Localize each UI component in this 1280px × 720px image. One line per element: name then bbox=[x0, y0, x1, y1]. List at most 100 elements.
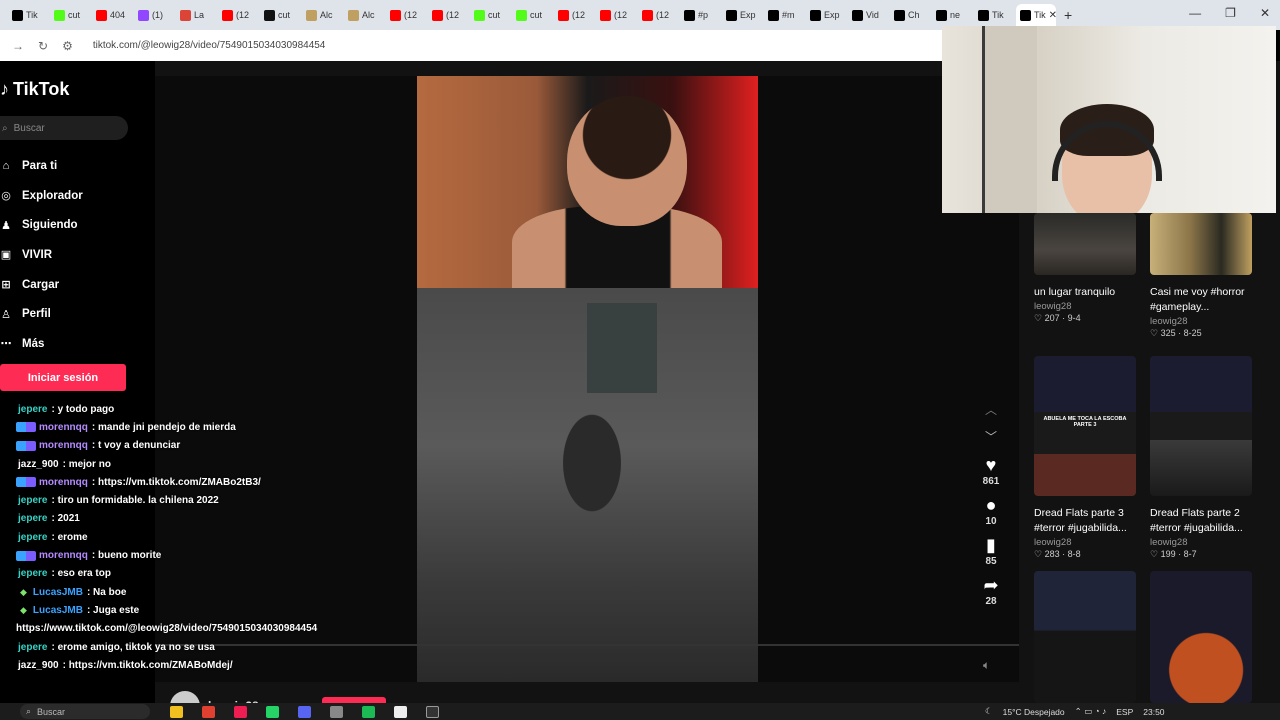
site-info-icon[interactable]: ⚙ bbox=[62, 39, 73, 53]
video-frame[interactable] bbox=[417, 76, 758, 682]
browser-tab[interactable]: (12 bbox=[428, 4, 468, 26]
chat-username: jepere bbox=[18, 531, 48, 543]
browser-tab[interactable]: cut bbox=[470, 4, 510, 26]
language-indicator[interactable]: ESP bbox=[1116, 707, 1133, 717]
browser-tab[interactable]: La bbox=[176, 4, 216, 26]
tab-label: (12 bbox=[572, 10, 586, 20]
browser-tab[interactable]: (12 bbox=[218, 4, 258, 26]
browser-tab[interactable]: Vid bbox=[848, 4, 888, 26]
comment-icon[interactable]: ● bbox=[986, 495, 997, 515]
chat-message: jepere: erome bbox=[0, 528, 420, 546]
login-button[interactable]: Iniciar sesión bbox=[0, 364, 126, 391]
browser-tab[interactable]: Ch bbox=[890, 4, 930, 26]
sidebar-item-para-ti[interactable]: ⌂ Para ti bbox=[0, 151, 83, 181]
sidebar-item-cargar[interactable]: ⊞ Cargar bbox=[0, 270, 83, 300]
browser-tab[interactable]: cut bbox=[260, 4, 300, 26]
reload-icon[interactable]: ↻ bbox=[38, 39, 48, 53]
browser-tab[interactable]: (12 bbox=[554, 4, 594, 26]
related-card[interactable]: Casi me voy #horror #gameplay... leowig2… bbox=[1150, 213, 1254, 339]
spotify-icon[interactable] bbox=[362, 706, 375, 718]
sidebar-item-explorador[interactable]: ◎ Explorador bbox=[0, 181, 83, 211]
browser-tab[interactable]: cut bbox=[512, 4, 552, 26]
clock[interactable]: 23:50 bbox=[1143, 707, 1164, 717]
whatsapp-icon[interactable] bbox=[266, 706, 279, 718]
card-title[interactable]: un lugar tranquilo bbox=[1034, 285, 1138, 300]
card-user[interactable]: leowig28 bbox=[1034, 301, 1138, 312]
video-thumbnail[interactable] bbox=[1150, 356, 1252, 496]
browser-tab[interactable]: 404 bbox=[92, 4, 132, 26]
forward-icon[interactable]: → bbox=[12, 39, 24, 53]
browser-tab[interactable]: #p bbox=[680, 4, 720, 26]
browser-tab[interactable]: Tik ✕ bbox=[1016, 4, 1056, 26]
sidebar-item-siguiendo[interactable]: ♟ Siguiendo bbox=[0, 210, 83, 240]
related-card[interactable]: un lugar tranquilo leowig28 ♡ 207 · 9-4 bbox=[1034, 213, 1138, 324]
new-tab-icon[interactable]: + bbox=[1064, 7, 1072, 23]
card-title[interactable]: Dread Flats parte 3 #terror #jugabilida.… bbox=[1034, 506, 1138, 536]
chat-username: jazz_900 bbox=[18, 458, 59, 470]
browser-tab[interactable]: (12 bbox=[596, 4, 636, 26]
tiktok-icon bbox=[852, 9, 863, 21]
related-card[interactable] bbox=[1150, 571, 1254, 703]
browser-tab[interactable]: cut bbox=[50, 4, 90, 26]
explorer-icon[interactable] bbox=[170, 706, 183, 718]
video-thumbnail[interactable] bbox=[1034, 571, 1136, 703]
card-title[interactable]: Casi me voy #horror #gameplay... bbox=[1150, 285, 1254, 315]
video-thumbnail[interactable] bbox=[1150, 213, 1252, 275]
chat-text: : bueno morite bbox=[91, 550, 162, 562]
chat-message: morennqq: mande jni pendejo de mierda bbox=[0, 418, 420, 436]
video-thumbnail[interactable] bbox=[1034, 213, 1136, 275]
browser-tab[interactable]: (12 bbox=[638, 4, 678, 26]
browser-tab[interactable]: Exp bbox=[722, 4, 762, 26]
chat-username: jepere bbox=[18, 403, 48, 415]
browser-tab[interactable]: Tik bbox=[8, 4, 48, 26]
browser-tab[interactable]: Alc bbox=[302, 4, 342, 26]
tray-icons[interactable]: ⌃ ▭ ◔ ♪ bbox=[1075, 706, 1107, 717]
door-background bbox=[982, 26, 1037, 213]
close-window-icon[interactable]: ✕ bbox=[1260, 6, 1270, 20]
browser-tab[interactable]: ne bbox=[932, 4, 972, 26]
tiktok-icon[interactable] bbox=[234, 706, 247, 718]
sidebar-item-vivir[interactable]: ▣ VIVIR bbox=[0, 240, 83, 270]
browser-tab[interactable]: (12 bbox=[386, 4, 426, 26]
capcut-icon[interactable] bbox=[426, 706, 439, 718]
obs-icon[interactable] bbox=[330, 706, 343, 718]
discord-icon[interactable] bbox=[298, 706, 311, 718]
close-tab-icon[interactable]: ✕ bbox=[1049, 10, 1056, 21]
gameplay-feed bbox=[417, 288, 758, 682]
card-title[interactable]: Dread Flats parte 2 #terror #jugabilida.… bbox=[1150, 506, 1254, 536]
related-card[interactable] bbox=[1034, 571, 1138, 703]
chat-text: : eso era top bbox=[51, 568, 111, 580]
video-thumbnail[interactable]: ABUELA ME TOCA LA ESCOBA PARTE 3 bbox=[1034, 356, 1136, 496]
share-icon[interactable]: ➦ bbox=[983, 575, 998, 595]
related-card[interactable]: Dread Flats parte 2 #terror #jugabilida.… bbox=[1150, 356, 1254, 560]
previous-video-icon[interactable]: ︿ bbox=[985, 401, 997, 418]
restore-icon[interactable]: ❐ bbox=[1225, 6, 1236, 20]
chrome-icon[interactable] bbox=[202, 706, 215, 718]
url-field[interactable]: tiktok.com/@leowig28/video/7549015034030… bbox=[93, 40, 326, 51]
sidebar-item-más[interactable]: ⋯ Más bbox=[0, 329, 83, 359]
chat-username: jazz_900 bbox=[18, 659, 59, 671]
weather-text[interactable]: 15°C Despejado bbox=[1003, 707, 1065, 717]
like-icon[interactable]: ♥ bbox=[986, 455, 997, 475]
file-icon[interactable] bbox=[394, 706, 407, 718]
browser-tab[interactable]: Exp bbox=[806, 4, 846, 26]
video-thumbnail[interactable] bbox=[1150, 571, 1252, 703]
browser-tab[interactable]: (1) bbox=[134, 4, 174, 26]
bookmark-icon[interactable]: ▮ bbox=[986, 535, 996, 555]
chat-message: jepere: eso era top bbox=[0, 565, 420, 583]
taskbar-search[interactable]: ⌕ Buscar bbox=[20, 704, 150, 719]
card-user[interactable]: leowig28 bbox=[1034, 537, 1138, 548]
tiktok-logo[interactable]: ♪ TikTok bbox=[0, 79, 69, 100]
search-input[interactable]: ⌕ Buscar bbox=[0, 116, 128, 140]
related-card[interactable]: ABUELA ME TOCA LA ESCOBA PARTE 3 Dread F… bbox=[1034, 356, 1138, 560]
browser-tab[interactable]: #m bbox=[764, 4, 804, 26]
card-user[interactable]: leowig28 bbox=[1150, 316, 1254, 327]
volume-icon[interactable]: 🔈︎ bbox=[983, 658, 990, 673]
streamer-camera-feed bbox=[417, 76, 758, 296]
browser-tab[interactable]: Alc bbox=[344, 4, 384, 26]
browser-tab[interactable]: Tik bbox=[974, 4, 1014, 26]
sidebar-item-perfil[interactable]: ♙ Perfil bbox=[0, 299, 83, 329]
card-user[interactable]: leowig28 bbox=[1150, 537, 1254, 548]
next-video-icon[interactable]: ﹀ bbox=[985, 428, 997, 445]
minimize-icon[interactable]: — bbox=[1189, 6, 1201, 20]
